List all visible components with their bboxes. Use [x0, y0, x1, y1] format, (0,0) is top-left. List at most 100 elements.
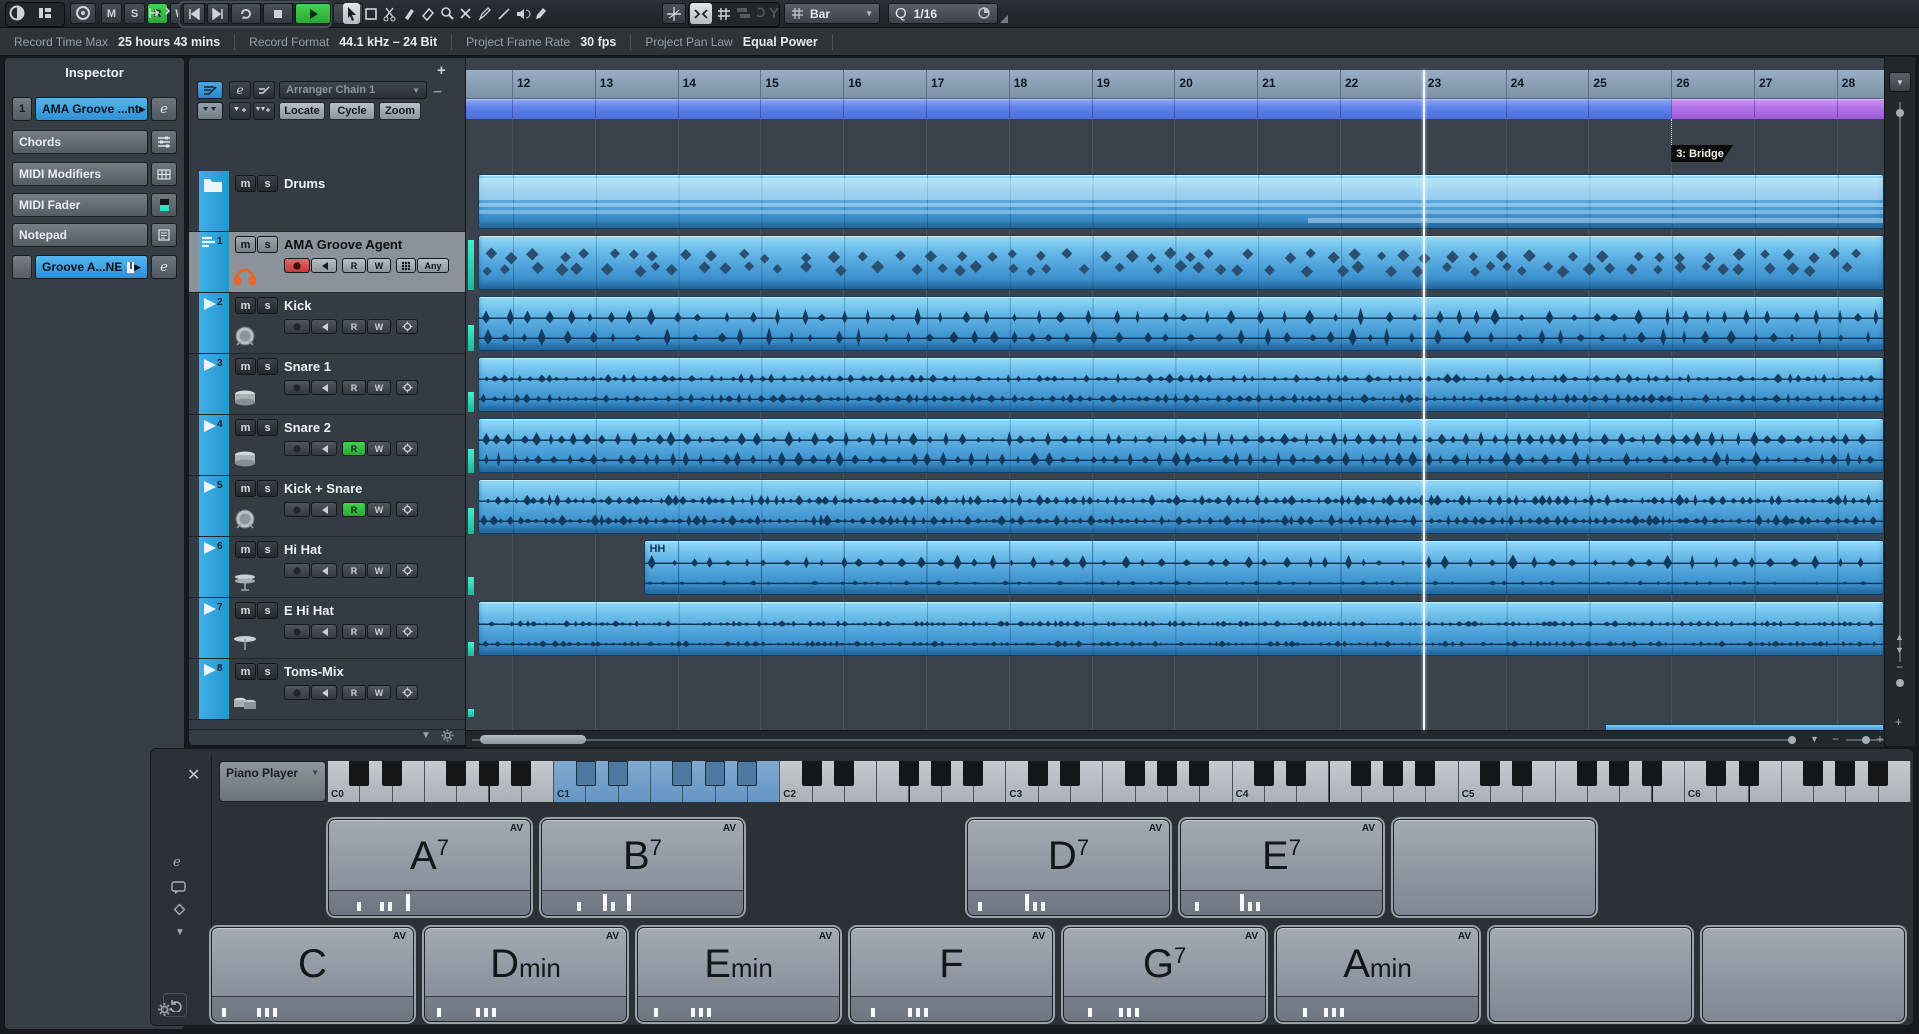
modifiers-icon[interactable]: [151, 162, 177, 186]
add-track-button[interactable]: +: [437, 62, 446, 79]
event-snare-2[interactable]: [478, 418, 1884, 473]
crosshair-tool[interactable]: [662, 3, 686, 24]
e-icon[interactable]: e: [151, 97, 177, 121]
draw-tool[interactable]: [476, 3, 493, 24]
ruler-options-button[interactable]: ▼: [1889, 72, 1911, 92]
snap-grid-button[interactable]: [713, 3, 735, 24]
vzoom-in-button[interactable]: +: [1895, 715, 1902, 729]
track-row-kick-snare[interactable]: 5msKick + SnareRW: [189, 476, 465, 537]
black-key[interactable]: [608, 761, 628, 786]
black-key[interactable]: [672, 761, 692, 786]
fader-icon[interactable]: [151, 193, 177, 217]
vscroll-up-arrow-icon[interactable]: ▲: [1895, 632, 1904, 642]
chord-pad-empty[interactable]: [1489, 927, 1692, 1022]
track-mute-button[interactable]: m: [235, 419, 256, 436]
track-mute-button[interactable]: m: [235, 480, 256, 497]
marker-locate-button[interactable]: Locate: [279, 102, 325, 120]
black-key[interactable]: [382, 761, 402, 786]
split-tool[interactable]: [381, 3, 398, 24]
track-record-button[interactable]: [284, 624, 310, 639]
chord-pad-f[interactable]: AVF: [850, 927, 1053, 1022]
stop-button[interactable]: [263, 3, 293, 24]
black-key[interactable]: [931, 761, 951, 786]
track-row-ama-groove-agent[interactable]: 1msAMA Groove AgentRWAny: [189, 232, 465, 293]
zoom-out-button[interactable]: −: [1832, 732, 1839, 746]
black-key[interactable]: [1642, 761, 1662, 786]
black-key[interactable]: [1383, 761, 1403, 786]
marker-zoom-button[interactable]: Zoom: [379, 102, 421, 120]
playhead-cursor[interactable]: [1423, 70, 1425, 730]
track-record-button[interactable]: [284, 319, 310, 334]
cycle-button[interactable]: [231, 3, 261, 24]
track-edit-channel-button[interactable]: [396, 502, 418, 517]
zoom-tool[interactable]: [438, 3, 455, 24]
goto-previous-button[interactable]: [183, 3, 205, 24]
black-key[interactable]: [1060, 761, 1080, 786]
track-edit-channel-button[interactable]: [396, 380, 418, 395]
track-edit-channel-button[interactable]: [396, 319, 418, 334]
black-key[interactable]: [1028, 761, 1048, 786]
inspector-item-label[interactable]: Chords: [12, 130, 148, 154]
vertical-scrollbar[interactable]: ▼ ▲ ▼ − +: [1884, 57, 1915, 746]
track-row-drums[interactable]: msDrums: [189, 171, 465, 232]
chord-pad-c[interactable]: AVC: [211, 927, 414, 1022]
black-key[interactable]: [1609, 761, 1629, 786]
e-icon[interactable]: e: [151, 255, 177, 279]
piano-keyboard[interactable]: C0C1C2C3C4C5C6: [328, 761, 1911, 802]
global-s-button[interactable]: S: [124, 3, 145, 24]
track-read-button[interactable]: R: [342, 319, 366, 334]
track-monitor-button[interactable]: [311, 502, 337, 517]
black-key[interactable]: [705, 761, 725, 786]
track-list-scroll-down-icon[interactable]: ▼: [421, 730, 431, 741]
black-key[interactable]: [1835, 761, 1855, 786]
pads-setup-icon[interactable]: [173, 903, 186, 916]
arranger-chain-dropdown[interactable]: Arranger Chain 1▼: [279, 81, 427, 99]
event-e-hi-hat[interactable]: [478, 601, 1884, 656]
color-tool[interactable]: [533, 3, 550, 24]
track-mute-button[interactable]: m: [235, 175, 256, 192]
track-row-snare-2[interactable]: 4msSnare 2RW: [189, 415, 465, 476]
track-read-button[interactable]: R: [342, 563, 366, 578]
black-key[interactable]: [1480, 761, 1500, 786]
chord-assistant-icon[interactable]: [171, 881, 186, 894]
inspector-item-label[interactable]: MIDI Modifiers: [12, 162, 148, 186]
track-read-button[interactable]: R: [342, 258, 366, 273]
timeline-ruler[interactable]: 1213141516171819202122232425262728: [466, 70, 1884, 99]
arranger-strip[interactable]: [466, 99, 1884, 118]
vscroll-down-arrow-icon[interactable]: ▼: [1895, 645, 1904, 655]
track-write-button[interactable]: W: [367, 319, 391, 334]
track-read-button[interactable]: R: [342, 624, 366, 639]
line-tool[interactable]: [495, 3, 512, 24]
black-key[interactable]: [1803, 761, 1823, 786]
add-cycle-marker-button[interactable]: [253, 102, 275, 120]
track-output-any-button[interactable]: Any: [417, 258, 449, 273]
event-kick-plus-snare[interactable]: [478, 479, 1884, 534]
track-read-button[interactable]: R: [342, 441, 366, 456]
black-key[interactable]: [737, 761, 757, 786]
track-write-button[interactable]: W: [367, 624, 391, 639]
edit-icon[interactable]: e: [173, 855, 181, 870]
track-record-button[interactable]: [284, 380, 310, 395]
vzoom-out-button[interactable]: −: [1896, 660, 1903, 674]
track-row-snare-1[interactable]: 3msSnare 1RW: [189, 354, 465, 415]
black-key[interactable]: [1577, 761, 1597, 786]
track-edit-channel-button[interactable]: [396, 685, 418, 700]
track-record-button[interactable]: [284, 258, 310, 273]
track-mute-button[interactable]: m: [235, 663, 256, 680]
goto-next-button[interactable]: [207, 3, 229, 24]
track-mute-button[interactable]: m: [235, 541, 256, 558]
event-ama-groove-agent-midi[interactable]: [478, 235, 1884, 290]
chord-pad-amin[interactable]: AVAmin: [1276, 927, 1479, 1022]
black-key[interactable]: [1286, 761, 1306, 786]
range-selection-tool[interactable]: [362, 3, 379, 24]
chord-pad-d7[interactable]: AVD7: [967, 819, 1170, 916]
chord-pad-g7[interactable]: AVG7: [1063, 927, 1266, 1022]
black-key[interactable]: [1868, 761, 1888, 786]
chord-pad-empty[interactable]: [1702, 927, 1905, 1022]
track-mute-button[interactable]: m: [235, 602, 256, 619]
zoom-slider-dot[interactable]: [1862, 736, 1870, 744]
quantize-dropdown[interactable]: Q1/16: [888, 3, 998, 24]
hscroll-thumb[interactable]: [480, 735, 586, 744]
grid-type-dropdown[interactable]: Bar▼: [784, 3, 880, 24]
track-edit-channel-button[interactable]: [396, 624, 418, 639]
